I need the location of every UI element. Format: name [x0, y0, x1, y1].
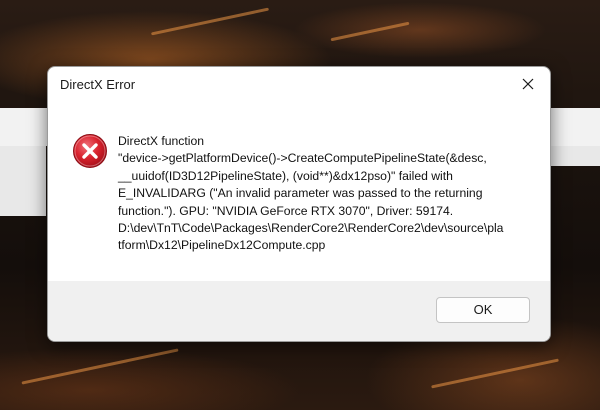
message-line: D:\dev\TnT\Code\Packages\RenderCore2\Ren… — [118, 221, 504, 236]
error-icon — [72, 133, 108, 169]
message-line: function."). GPU: "NVIDIA GeForce RTX 30… — [118, 203, 454, 218]
background-streak — [21, 348, 179, 385]
dialog-footer: OK — [48, 281, 550, 341]
message-line: tform\Dx12\PipelineDx12Compute.cpp — [118, 238, 326, 253]
background-streak — [431, 358, 559, 389]
message-line: DirectX function — [118, 134, 205, 148]
error-dialog: DirectX Error DirectX function "device->… — [47, 66, 551, 342]
message-line: "device->getPlatformDevice()->CreateComp… — [118, 151, 487, 166]
background-streak — [330, 21, 410, 42]
close-button[interactable] — [514, 71, 542, 97]
error-message: DirectX function "device->getPlatformDev… — [118, 133, 538, 255]
message-line: E_INVALIDARG ("An invalid parameter was … — [118, 186, 483, 201]
ok-button[interactable]: OK — [436, 297, 530, 323]
background-shape — [549, 146, 600, 166]
message-line: __uuidof(ID3D12PipelineState), (void**)&… — [118, 168, 453, 183]
close-icon — [522, 78, 534, 90]
dialog-titlebar[interactable]: DirectX Error — [48, 67, 550, 101]
background-streak — [150, 7, 270, 36]
background-shape — [0, 146, 46, 216]
dialog-title: DirectX Error — [60, 77, 136, 92]
